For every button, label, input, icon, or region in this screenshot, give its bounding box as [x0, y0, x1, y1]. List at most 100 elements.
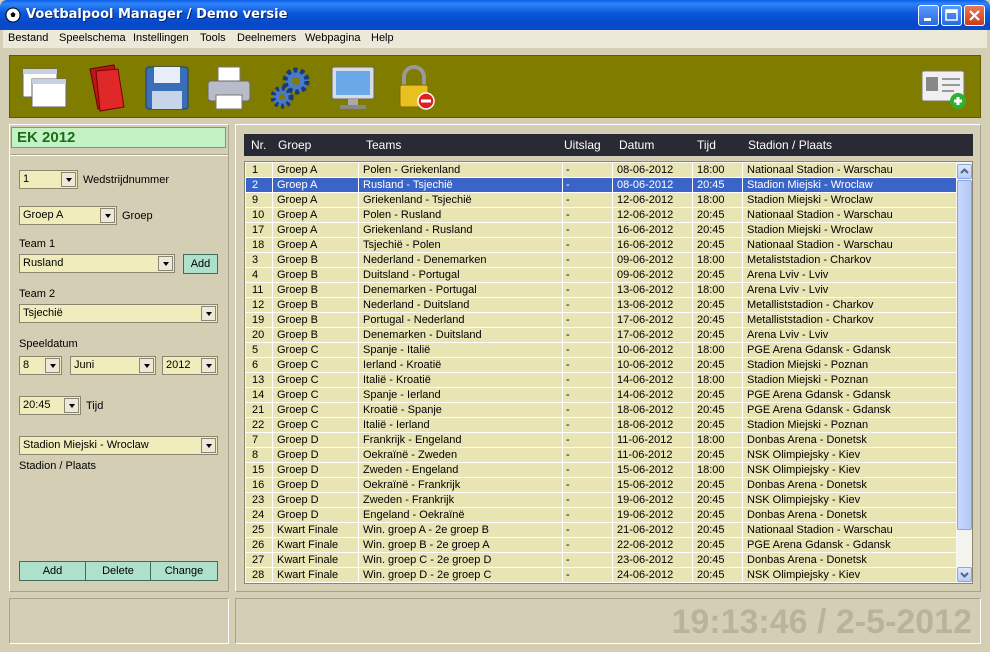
table-row[interactable]: 6 Groep C Ierland - Kroatië - 10-06-2012 20:4…	[246, 358, 956, 373]
cell-datum: 16-06-2012	[617, 239, 674, 251]
menu-speelschema[interactable]: Speelschema	[59, 32, 126, 44]
cell-tijd: 20:45	[697, 209, 725, 221]
date-label: Speeldatum	[19, 338, 78, 350]
cell-teams: Portugal - Nederland	[363, 314, 465, 326]
menu-webpagina[interactable]: Webpagina	[305, 32, 360, 44]
col-tijd[interactable]: Tijd	[697, 138, 716, 152]
cell-tijd: 20:45	[697, 389, 725, 401]
team2-select[interactable]: Tsjechië	[19, 304, 218, 323]
table-row[interactable]: 5 Groep C Spanje - Italië - 10-06-2012 18:00 P…	[246, 343, 956, 358]
chevron-down-icon[interactable]	[201, 306, 216, 321]
table-row[interactable]: 18 Groep A Tsjechië - Polen - 16-06-2012 20:4…	[246, 238, 956, 253]
col-uitslag[interactable]: Uitslag	[564, 138, 601, 152]
lock-button[interactable]	[390, 63, 440, 113]
col-stadion[interactable]: Stadion / Plaats	[748, 138, 832, 152]
table-row[interactable]: 26 Kwart Finale Win. groep B - 2e groep A -…	[246, 538, 956, 553]
cell-tijd: 20:45	[697, 524, 725, 536]
windows-button[interactable]	[20, 63, 70, 113]
col-teams[interactable]: Teams	[366, 138, 401, 152]
table-row[interactable]: 21 Groep C Kroatië - Spanje - 18-06-2012 20:4…	[246, 403, 956, 418]
cell-stadion: NSK Olimpiejsky - Kiev	[747, 569, 861, 581]
add-team-button[interactable]: Add	[183, 254, 218, 274]
menu-help[interactable]: Help	[371, 32, 394, 44]
table-row[interactable]: 14 Groep C Spanje - Ierland - 14-06-2012 20:4…	[246, 388, 956, 403]
match-number-select[interactable]: 1	[19, 170, 78, 189]
table-row[interactable]: 19 Groep B Portugal - Nederland - 17-06-2012…	[246, 313, 956, 328]
menu-bestand[interactable]: Bestand	[8, 32, 48, 44]
table-row[interactable]: 10 Groep A Polen - Rusland - 12-06-2012 20:45…	[246, 208, 956, 223]
table-row[interactable]: 24 Groep D Engeland - Oekraïnë - 19-06-2012 2…	[246, 508, 956, 523]
table-row[interactable]: 13 Groep C Italië - Kroatië - 14-06-2012 18:0…	[246, 373, 956, 388]
webpage-button[interactable]	[328, 63, 378, 113]
chevron-down-icon[interactable]	[100, 208, 115, 223]
column-divider	[272, 538, 273, 553]
chevron-down-icon[interactable]	[45, 358, 60, 373]
day-select[interactable]: 8	[19, 356, 62, 375]
table-row[interactable]: 28 Kwart Finale Win. groep D - 2e groep C -…	[246, 568, 956, 583]
print-button[interactable]	[204, 63, 254, 113]
save-button[interactable]	[142, 63, 192, 113]
change-match-button[interactable]: Change	[150, 561, 218, 581]
scroll-up-button[interactable]	[957, 164, 972, 179]
open-button[interactable]	[80, 63, 130, 113]
time-select[interactable]: 20:45	[19, 396, 81, 415]
vertical-scrollbar[interactable]	[957, 163, 972, 583]
table-row[interactable]: 15 Groep D Zweden - Engeland - 15-06-2012 18:…	[246, 463, 956, 478]
cell-stadion: NSK Olimpiejsky - Kiev	[747, 464, 861, 476]
scroll-thumb[interactable]	[957, 180, 972, 530]
cell-nr: 3	[252, 254, 259, 266]
table-row[interactable]: 12 Groep B Nederland - Duitsland - 13-06-201…	[246, 298, 956, 313]
chevron-down-icon[interactable]	[201, 358, 216, 373]
table-row[interactable]: 8 Groep D Oekraïnë - Zweden - 11-06-2012 20:4…	[246, 448, 956, 463]
day-value: 8	[23, 359, 30, 371]
column-divider	[562, 463, 563, 478]
chevron-down-icon[interactable]	[64, 398, 79, 413]
delete-match-button[interactable]: Delete	[85, 561, 151, 581]
table-row[interactable]: 7 Groep D Frankrijk - Engeland - 11-06-2012 1…	[246, 433, 956, 448]
table-row[interactable]: 2 Groep A Rusland - Tsjechië - 08-06-2012 20:…	[246, 178, 956, 193]
maximize-button[interactable]	[941, 5, 962, 26]
group-select[interactable]: Groep A	[19, 206, 117, 225]
cell-groep: Groep A	[277, 194, 318, 206]
chevron-down-icon[interactable]	[139, 358, 154, 373]
time-label: Tijd	[86, 400, 104, 412]
table-row[interactable]: 20 Groep B Denemarken - Duitsland - 17-06-20…	[246, 328, 956, 343]
pool-title: EK 2012	[11, 127, 226, 148]
menu-tools[interactable]: Tools	[200, 32, 226, 44]
table-row[interactable]: 25 Kwart Finale Win. groep A - 2e groep B -…	[246, 523, 956, 538]
col-groep[interactable]: Groep	[278, 138, 311, 152]
minimize-button[interactable]	[918, 5, 939, 26]
cell-nr: 15	[252, 464, 265, 476]
cell-groep: Groep D	[277, 494, 319, 506]
col-nr[interactable]: Nr.	[251, 138, 266, 152]
col-datum[interactable]: Datum	[619, 138, 654, 152]
table-row[interactable]: 3 Groep B Nederland - Denemarken - 09-06-201…	[246, 253, 956, 268]
add-participant-button[interactable]	[920, 63, 970, 113]
cell-uitslag: -	[566, 329, 570, 341]
table-row[interactable]: 23 Groep D Zweden - Frankrijk - 19-06-2012 20…	[246, 493, 956, 508]
table-row[interactable]: 9 Groep A Griekenland - Tsjechië - 12-06-201…	[246, 193, 956, 208]
scroll-down-button[interactable]	[957, 567, 972, 582]
chevron-down-icon[interactable]	[158, 256, 173, 271]
table-row[interactable]: 1 Groep A Polen - Griekenland - 08-06-2012 18…	[246, 163, 956, 178]
close-button[interactable]	[964, 5, 985, 26]
menu-deelnemers[interactable]: Deelnemers	[237, 32, 296, 44]
table-row[interactable]: 27 Kwart Finale Win. groep C - 2e groep D -…	[246, 553, 956, 568]
team1-select[interactable]: Rusland	[19, 254, 175, 273]
year-select[interactable]: 2012	[162, 356, 218, 375]
table-row[interactable]: 16 Groep D Oekraïnë - Frankrijk - 15-06-2012…	[246, 478, 956, 493]
table-row[interactable]: 11 Groep B Denemarken - Portugal - 13-06-201…	[246, 283, 956, 298]
chevron-down-icon[interactable]	[61, 172, 76, 187]
table-row[interactable]: 17 Groep A Griekenland - Rusland - 16-06-201…	[246, 223, 956, 238]
table-row[interactable]: 22 Groep C Italië - Ierland - 18-06-2012 20:4…	[246, 418, 956, 433]
menu-instellingen[interactable]: Instellingen	[133, 32, 189, 44]
stadium-select[interactable]: Stadion Miejski - Wroclaw	[19, 436, 218, 455]
cell-uitslag: -	[566, 284, 570, 296]
settings-button[interactable]	[266, 63, 316, 113]
cell-stadion: Metalliststadion - Charkov	[747, 299, 874, 311]
month-select[interactable]: Juni	[70, 356, 156, 375]
chevron-down-icon[interactable]	[201, 438, 216, 453]
add-match-button[interactable]: Add	[19, 561, 86, 581]
table-row[interactable]: 4 Groep B Duitsland - Portugal - 09-06-2012 2…	[246, 268, 956, 283]
cell-uitslag: -	[566, 254, 570, 266]
